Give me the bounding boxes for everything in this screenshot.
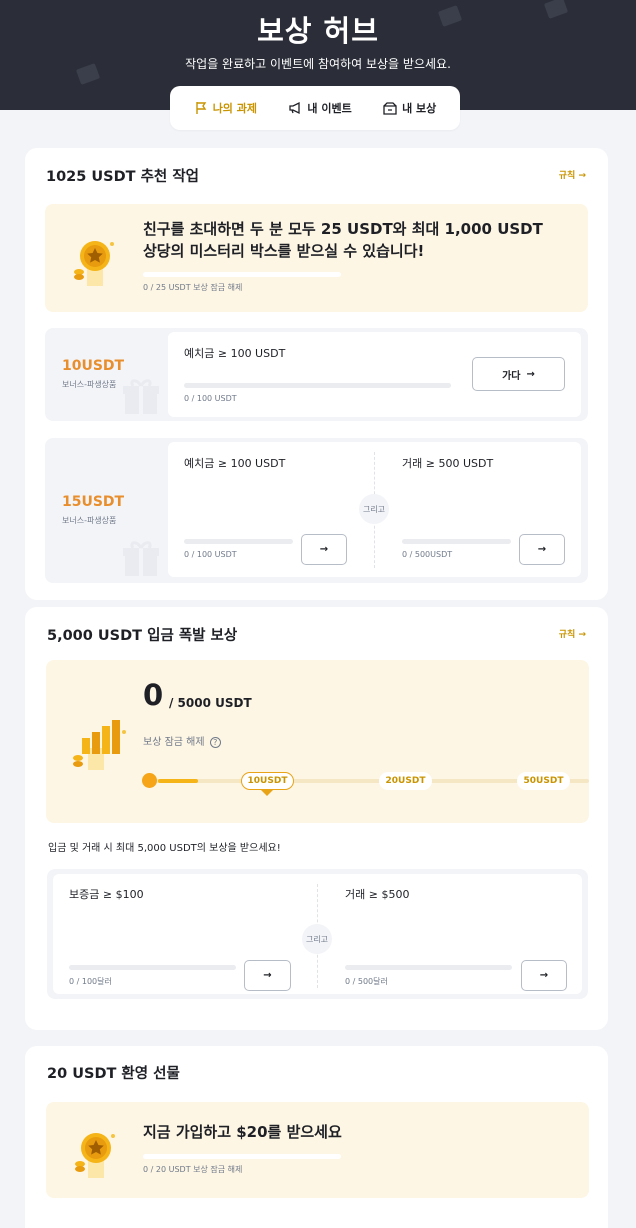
page-subtitle: 작업을 완료하고 이벤트에 참여하여 보상을 받으세요. bbox=[185, 57, 451, 71]
go-arrow-button-right[interactable]: → bbox=[521, 960, 567, 991]
task-progress-text-left: 0 / 100달러 bbox=[69, 977, 112, 986]
task-condition-right: 거래 ≥ $500 bbox=[345, 888, 410, 901]
deposit-task-row: 보증금 ≥ $100 0 / 100달러 → 그리고 거래 ≥ $500 0 /… bbox=[47, 869, 588, 999]
task-detail: 예치금 ≥ 100 USDT 0 / 100 USDT → 그리고 거래 ≥ 5… bbox=[168, 442, 581, 577]
card-title: 1025 USDT 추천 작업 bbox=[46, 169, 200, 185]
coin-icon bbox=[75, 1133, 115, 1178]
task-progress-bar-left bbox=[69, 965, 236, 970]
arrow-right-icon: → bbox=[537, 544, 547, 555]
go-arrow-button-left[interactable]: → bbox=[301, 534, 347, 565]
deposit-target: / 5000 USDT bbox=[169, 696, 252, 710]
banner-progress-bar bbox=[143, 272, 341, 277]
card-title: 5,000 USDT 입금 폭발 보상 bbox=[47, 628, 238, 644]
milestone-10usdt[interactable]: 10USDT bbox=[241, 772, 294, 790]
banner-progress-text: 0 / 25 USDT 보상 잠금 해제 bbox=[143, 283, 243, 292]
deposit-banner: 0 / 5000 USDT 보상 잠금 해제 ? 10USDT 20USDT 5… bbox=[46, 660, 589, 823]
reward-kind: 보너스-파생상품 bbox=[62, 516, 117, 525]
welcome-gift-card: 20 USDT 환영 선물 지금 가입하고 $20를 받으세요 0 / 20 U… bbox=[25, 1046, 608, 1228]
go-arrow-button-right[interactable]: → bbox=[519, 534, 565, 565]
page-title: 보상 허브 bbox=[257, 14, 379, 48]
deposit-current: 0 bbox=[143, 678, 164, 712]
tab-label: 나의 과제 bbox=[212, 102, 257, 115]
progress-start-dot bbox=[142, 773, 157, 788]
arrow-right-icon: → bbox=[263, 970, 272, 981]
task-condition-right: 거래 ≥ 500 USDT bbox=[402, 457, 494, 470]
task-row-15usdt: 15USDT 보너스-파생상품 예치금 ≥ 100 USDT 0 / 100 U… bbox=[45, 438, 588, 583]
reward-amount: 10USDT bbox=[62, 358, 125, 374]
welcome-progress-text: 0 / 20 USDT 보상 잠금 해제 bbox=[143, 1165, 243, 1174]
flag-icon bbox=[195, 102, 206, 114]
and-badge: 그리고 bbox=[359, 494, 389, 524]
welcome-progress-bar bbox=[143, 1154, 341, 1159]
coin-icon bbox=[74, 241, 114, 286]
task-condition: 예치금 ≥ 100 USDT bbox=[184, 347, 286, 360]
tab-my-tasks[interactable]: 나의 과제 bbox=[194, 100, 257, 116]
help-icon[interactable]: ? bbox=[209, 737, 221, 748]
task-progress-text-left: 0 / 100 USDT bbox=[184, 550, 237, 559]
milestone-progress-fill bbox=[158, 779, 198, 783]
task-condition-left: 보증금 ≥ $100 bbox=[69, 888, 144, 901]
task-row-10usdt: 10USDT 보너스-파생상품 예치금 ≥ 100 USDT 0 / 100 U… bbox=[45, 328, 588, 421]
task-progress-text-right: 0 / 500달러 bbox=[345, 977, 388, 986]
unlock-label: 보상 잠금 해제 ? bbox=[143, 733, 221, 748]
milestone-pointer bbox=[261, 790, 273, 796]
referral-banner: 친구를 초대하면 두 분 모두 25 USDT와 최대 1,000 USDT 상… bbox=[45, 204, 588, 312]
gift-box-icon bbox=[383, 102, 397, 115]
rules-link[interactable]: 규칙 → bbox=[559, 168, 586, 181]
coin-stack-chart-icon bbox=[73, 720, 126, 770]
reward-amount: 15USDT bbox=[62, 494, 125, 510]
task-progress-bar-left bbox=[184, 539, 293, 544]
milestone-50usdt[interactable]: 50USDT bbox=[517, 772, 570, 790]
deposit-reward-card: 5,000 USDT 입금 폭발 보상 규칙 → 0 / 5000 USDT 보… bbox=[25, 607, 608, 1030]
gift-icon bbox=[123, 379, 159, 414]
task-progress-text-right: 0 / 500USDT bbox=[402, 550, 453, 559]
banner-text-line2: 상당의 미스터리 박스를 받으실 수 있습니다! bbox=[143, 242, 425, 260]
rules-link[interactable]: 규칙 → bbox=[559, 627, 586, 640]
arrow-right-icon: → bbox=[319, 544, 329, 555]
tab-label: 내 이벤트 bbox=[307, 102, 352, 115]
tab-bar: 나의 과제 내 이벤트 내 보상 bbox=[170, 86, 460, 130]
welcome-banner: 지금 가입하고 $20를 받으세요 0 / 20 USDT 보상 잠금 해제 bbox=[46, 1102, 589, 1198]
referral-task-card: 1025 USDT 추천 작업 규칙 → 친구를 초대하면 두 분 모두 25 … bbox=[25, 148, 608, 600]
task-progress-bar-right bbox=[402, 539, 511, 544]
arrow-right-icon: → bbox=[526, 368, 535, 380]
and-badge: 그리고 bbox=[302, 924, 332, 954]
task-progress-bar-right bbox=[345, 965, 512, 970]
milestone-20usdt[interactable]: 20USDT bbox=[379, 772, 432, 790]
task-detail: 예치금 ≥ 100 USDT 0 / 100 USDT 가다 → bbox=[168, 332, 581, 417]
banner-text-line1: 친구를 초대하면 두 분 모두 25 USDT와 최대 1,000 USDT bbox=[143, 220, 543, 238]
arrow-right-icon: → bbox=[539, 970, 549, 981]
tab-my-rewards[interactable]: 내 보상 bbox=[383, 100, 436, 116]
megaphone-icon bbox=[289, 101, 301, 115]
gift-icon bbox=[123, 541, 159, 576]
task-condition-left: 예치금 ≥ 100 USDT bbox=[184, 457, 286, 470]
go-arrow-button-left[interactable]: → bbox=[244, 960, 291, 991]
tab-my-events[interactable]: 내 이벤트 bbox=[288, 100, 352, 116]
go-button[interactable]: 가다 → bbox=[472, 357, 565, 391]
tab-label: 내 보상 bbox=[402, 102, 437, 115]
task-progress-bar bbox=[184, 383, 451, 388]
task-detail: 보증금 ≥ $100 0 / 100달러 → 그리고 거래 ≥ $500 0 /… bbox=[53, 874, 582, 994]
deposit-note: 입금 및 거래 시 최대 5,000 USDT의 보상을 받으세요! bbox=[48, 843, 281, 854]
welcome-banner-text: 지금 가입하고 $20를 받으세요 bbox=[143, 1123, 342, 1141]
reward-kind: 보너스-파생상품 bbox=[62, 380, 117, 389]
task-progress-text: 0 / 100 USDT bbox=[184, 394, 237, 403]
card-title: 20 USDT 환영 선물 bbox=[47, 1066, 180, 1082]
